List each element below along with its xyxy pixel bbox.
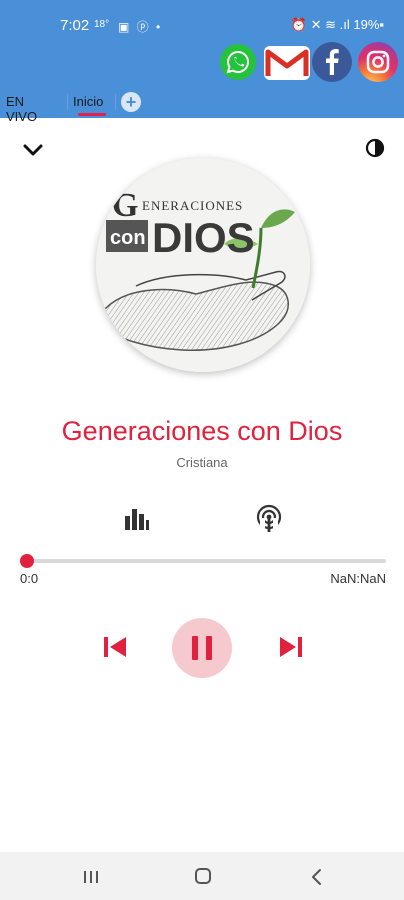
status-notification-icons: ▣ ⓟ • [118,20,163,34]
station-artwork: G ENERACIONES con DIOS [96,158,310,372]
station-genre: Cristiana [176,455,228,470]
status-bar: 7:02 18° ▣ ⓟ • ⏰ ✕ ≋ .ıl 19%▪ [0,0,404,40]
logo-line1: ENERACIONES [142,198,243,213]
status-system-icons: ⏰ ✕ ≋ .ıl 19%▪ [290,17,384,32]
duration-time: NaN:NaN [330,571,386,586]
tab-divider [115,94,116,110]
theme-contrast-icon[interactable] [365,138,385,158]
instagram-icon[interactable] [358,42,398,82]
skip-previous-icon[interactable] [103,636,127,658]
tab-en-vivo[interactable]: EN VIVO [6,94,37,124]
logo-con: con [110,227,146,249]
podcast-broadcast-icon[interactable] [254,504,284,534]
collapse-chevron-icon[interactable] [22,142,44,158]
tab-inicio[interactable]: Inicio [73,94,103,109]
status-time: 7:02 [60,17,90,34]
skip-next-icon[interactable] [279,636,303,658]
tab-divider [67,94,68,110]
active-tab-indicator [78,113,106,116]
logo-dios: DIOS [152,214,255,261]
status-temperature: 18° [94,19,110,30]
pause-button[interactable] [172,618,232,678]
seek-knob[interactable] [20,554,34,568]
gmail-icon[interactable] [264,46,310,80]
station-title: Generaciones con Dios [61,416,343,446]
equalizer-icon[interactable] [124,506,150,530]
recent-apps-icon[interactable] [82,870,100,884]
back-icon[interactable] [310,868,324,886]
facebook-icon[interactable] [312,42,352,82]
logo-initial: G [112,187,138,224]
station-logo: G ENERACIONES con DIOS [96,158,310,372]
home-icon[interactable] [195,868,211,884]
whatsapp-icon[interactable] [220,44,256,80]
add-tab-button[interactable]: + [121,92,141,112]
seek-bar[interactable] [22,559,386,563]
pause-icon [192,636,212,660]
current-time: 0:0 [20,571,39,586]
